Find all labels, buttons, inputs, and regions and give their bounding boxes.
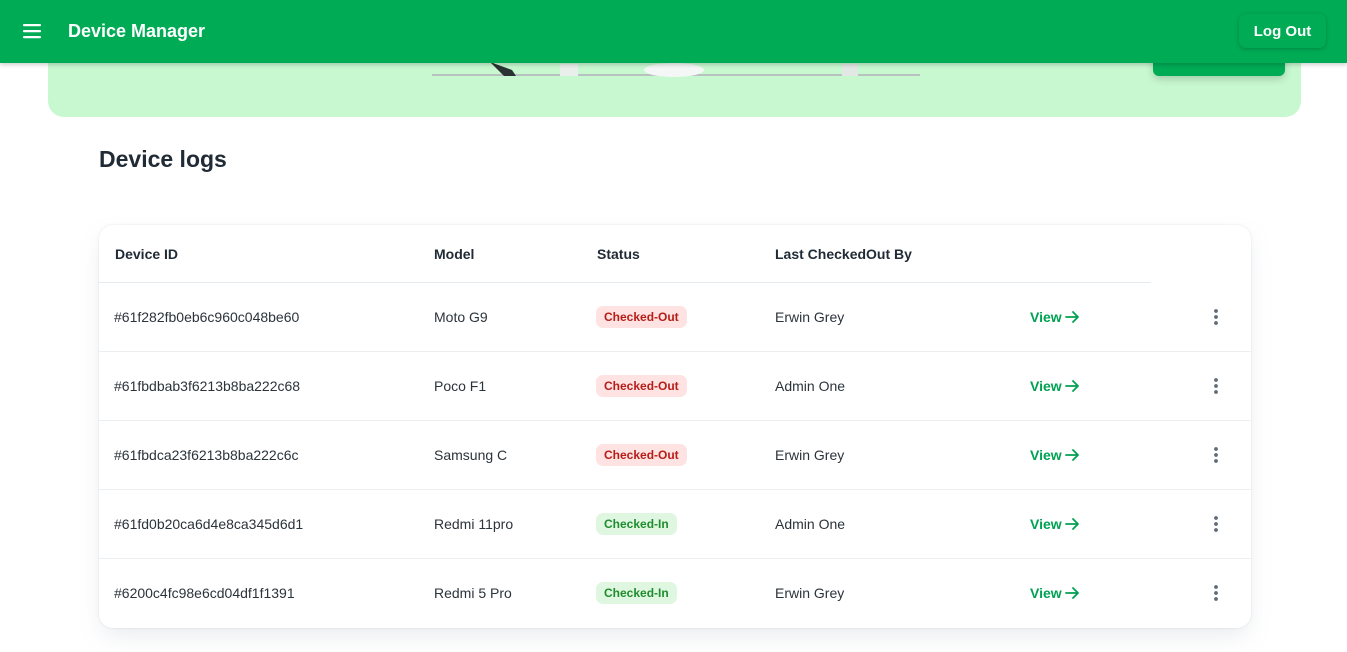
view-label: View xyxy=(1030,585,1062,601)
device-id-cell: #61fbdca23f6213b8ba222c6c xyxy=(114,447,299,463)
table-row[interactable]: #61fd0b20ca6d4e8ca345d6d1 Redmi 11pro Chec… xyxy=(99,490,1251,559)
view-device-link[interactable]: View xyxy=(1030,445,1081,465)
top-app-bar: Device Manager Log Out xyxy=(0,0,1347,63)
view-device-link[interactable]: View xyxy=(1030,376,1081,396)
arrow-right-icon xyxy=(1064,516,1081,532)
view-device-link[interactable]: View xyxy=(1030,307,1081,327)
view-device-link[interactable]: View xyxy=(1030,583,1081,603)
view-label: View xyxy=(1030,516,1062,532)
status-badge: Checked-In xyxy=(596,513,677,535)
arrow-right-icon xyxy=(1064,585,1081,601)
page-title: Device logs xyxy=(99,146,227,172)
view-label: View xyxy=(1030,447,1062,463)
view-device-link[interactable]: View xyxy=(1030,514,1081,534)
model-cell: Redmi 5 Pro xyxy=(434,585,512,601)
device-id-cell: #6200c4fc98e6cd04df1f1391 xyxy=(114,585,295,601)
status-badge: Checked-Out xyxy=(596,306,687,328)
hamburger-menu-icon[interactable] xyxy=(20,20,44,42)
app-title: Device Manager xyxy=(68,21,206,41)
device-logs-table: Device ID Model Status Last CheckedOut B… xyxy=(99,225,1251,628)
table-row[interactable]: #61f282fb0eb6c960c048be60 Moto G9 Checked-… xyxy=(99,283,1251,352)
column-header-model: Model xyxy=(434,246,475,262)
more-vertical-icon[interactable] xyxy=(1206,512,1226,536)
model-cell: Redmi 11pro xyxy=(434,516,514,532)
table-row[interactable]: #61fbdbab3f6213b8ba222c68 Poco F1 Checked-… xyxy=(99,352,1251,421)
logout-button[interactable]: Log Out xyxy=(1239,14,1326,48)
view-label: View xyxy=(1030,309,1062,325)
more-vertical-icon[interactable] xyxy=(1206,374,1226,398)
column-header-device-id: Device ID xyxy=(115,246,179,262)
status-badge: Checked-Out xyxy=(596,375,687,397)
view-label: View xyxy=(1030,378,1062,394)
column-header-status: Status xyxy=(597,246,640,262)
last-checked-out-by-cell: Admin One xyxy=(775,516,846,532)
model-cell: Moto G9 xyxy=(434,309,488,325)
table-row[interactable]: #61fbdca23f6213b8ba222c6c Samsung C Checke… xyxy=(99,421,1251,490)
model-cell: Poco F1 xyxy=(434,378,487,394)
last-checked-out-by-cell: Erwin Grey xyxy=(775,447,845,463)
device-id-cell: #61fbdbab3f6213b8ba222c68 xyxy=(114,378,301,394)
column-header-last-checked-out-by: Last CheckedOut By xyxy=(775,246,912,262)
more-vertical-icon[interactable] xyxy=(1206,581,1226,605)
arrow-right-icon xyxy=(1064,309,1081,325)
model-cell: Samsung C xyxy=(434,447,508,463)
table-header: Device ID Model Status Last CheckedOut B… xyxy=(99,225,1151,283)
device-id-cell: #61fd0b20ca6d4e8ca345d6d1 xyxy=(114,516,304,532)
arrow-right-icon xyxy=(1064,378,1081,394)
last-checked-out-by-cell: Erwin Grey xyxy=(775,585,845,601)
last-checked-out-by-cell: Erwin Grey xyxy=(775,309,845,325)
status-badge: Checked-In xyxy=(596,582,677,604)
status-badge: Checked-Out xyxy=(596,444,687,466)
more-vertical-icon[interactable] xyxy=(1206,443,1226,467)
last-checked-out-by-cell: Admin One xyxy=(775,378,846,394)
table-row[interactable]: #6200c4fc98e6cd04df1f1391 Redmi 5 Pro Chec… xyxy=(99,559,1251,628)
more-vertical-icon[interactable] xyxy=(1206,305,1226,329)
arrow-right-icon xyxy=(1064,447,1081,463)
device-id-cell: #61f282fb0eb6c960c048be60 xyxy=(114,309,300,325)
